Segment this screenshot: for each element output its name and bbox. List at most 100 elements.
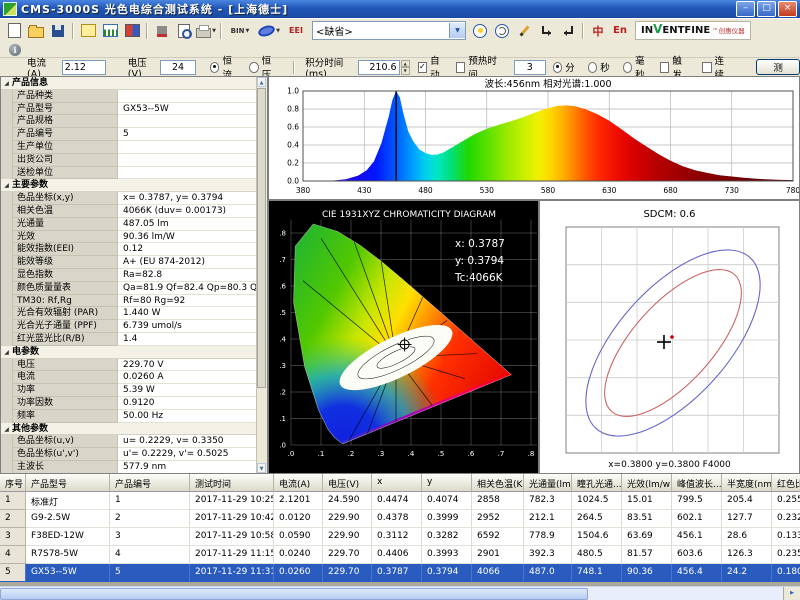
property-value[interactable]: 487.05 lm <box>118 218 257 231</box>
close-button[interactable]: × <box>778 1 797 17</box>
column-header[interactable]: 半宽度(nm) <box>722 474 772 492</box>
property-row[interactable]: 产品编号5 <box>1 128 257 141</box>
property-value[interactable]: 4066K (duv= 0.00173) <box>118 205 257 218</box>
property-value[interactable]: Ra=82.8 <box>118 269 257 282</box>
property-row[interactable]: 频率50.00 Hz <box>1 410 257 423</box>
property-value[interactable]: Rf=80 Rg=92 <box>118 295 257 308</box>
column-header[interactable]: 红色比 <box>772 474 800 492</box>
scroll-down-icon[interactable]: ▼ <box>257 463 266 473</box>
property-value[interactable]: 229.70 V <box>118 359 257 372</box>
property-value[interactable]: 5.39 W <box>118 384 257 397</box>
horizontal-scrollbar[interactable]: ▶ <box>0 586 800 600</box>
column-header[interactable]: y <box>422 474 472 492</box>
property-row[interactable]: 产品种类 <box>1 90 257 103</box>
property-value[interactable]: 50.00 Hz <box>118 410 257 423</box>
table-row[interactable]: 1标准灯12017-11-29 10:25:112.120124.5900.44… <box>0 492 800 510</box>
property-value[interactable]: 1.4 <box>118 333 257 346</box>
property-value[interactable] <box>118 141 257 154</box>
property-value[interactable]: 90.36 lm/W <box>118 231 257 244</box>
continuous-checkbox[interactable] <box>702 62 711 73</box>
panel-yellow-button[interactable] <box>77 21 99 41</box>
column-header[interactable]: 测试时间 <box>190 474 274 492</box>
preheat-time-input[interactable] <box>514 60 546 75</box>
property-row[interactable]: 出货公司 <box>1 154 257 167</box>
column-header[interactable]: 电压(V) <box>323 474 372 492</box>
preheat-checkbox[interactable] <box>456 62 465 73</box>
property-value[interactable]: Qa=81.9 Qf=82.4 Qp=80.3 Qg=90.1 <box>118 282 257 295</box>
lang-chinese-button[interactable]: 中 <box>587 21 609 41</box>
eei-button[interactable]: EEI <box>283 21 309 41</box>
restore-button[interactable]: □ <box>757 1 776 17</box>
print-button[interactable]: ▼ <box>195 21 217 41</box>
measure-cycle-button[interactable] <box>491 21 513 41</box>
property-row[interactable]: 功率5.39 W <box>1 384 257 397</box>
property-row[interactable]: 功率因数0.9120 <box>1 397 257 410</box>
property-value[interactable]: 0.9120 <box>118 397 257 410</box>
property-row[interactable]: 产品型号GX53--5W <box>1 103 257 116</box>
bin-export-button[interactable]: BIN▼ <box>225 21 255 41</box>
column-header[interactable]: 产品编号 <box>110 474 190 492</box>
property-row[interactable]: 生产单位 <box>1 141 257 154</box>
property-value[interactable]: 0.0260 A <box>118 371 257 384</box>
voltage-input[interactable] <box>160 60 196 75</box>
profile-combobox[interactable]: <缺省> ▼ <box>312 21 466 40</box>
seconds-radio[interactable] <box>588 62 597 73</box>
combo-dropdown-button[interactable]: ▼ <box>449 23 465 38</box>
section-header[interactable]: ◢电参数 <box>1 346 257 359</box>
property-value[interactable]: 6.739 umol/s <box>118 320 257 333</box>
column-header[interactable]: 光通量(lm) <box>524 474 572 492</box>
expander-icon[interactable]: ◢ <box>1 423 12 435</box>
scroll-up-icon[interactable]: ▲ <box>257 77 266 87</box>
property-value[interactable]: 1.440 W <box>118 307 257 320</box>
property-row[interactable]: 色品坐标(u',v')u'= 0.2229, v'= 0.5025 <box>1 448 257 461</box>
property-row[interactable]: 色品坐标(x,y)x= 0.3787, y= 0.3794 <box>1 192 257 205</box>
column-header[interactable]: x <box>372 474 422 492</box>
property-row[interactable]: 光效90.36 lm/W <box>1 231 257 244</box>
spin-up-icon[interactable]: ▲ <box>401 60 410 68</box>
table-row[interactable]: 4R7S78-5W42017-11-29 11:15:420.0240229.7… <box>0 546 800 564</box>
table-row[interactable]: 3F38ED-12W32017-11-29 10:58:560.0590229.… <box>0 528 800 546</box>
property-value[interactable] <box>118 167 257 180</box>
property-row[interactable]: 颜色质量量表Qa=81.9 Qf=82.4 Qp=80.3 Qg=90.1 <box>1 282 257 295</box>
section-header[interactable]: ◢主要参数 <box>1 179 257 192</box>
property-row[interactable]: 光通量487.05 lm <box>1 218 257 231</box>
column-header[interactable]: 产品型号 <box>26 474 110 492</box>
hscroll-thumb[interactable] <box>0 588 588 600</box>
property-row[interactable]: 色品坐标(u,v)u= 0.2229, v= 0.3350 <box>1 435 257 448</box>
column-header[interactable]: 相关色温(K) <box>472 474 524 492</box>
property-value[interactable]: 0.12 <box>118 243 257 256</box>
delete-button[interactable] <box>151 21 173 41</box>
print-preview-button[interactable] <box>173 21 195 41</box>
auto-checkbox[interactable]: ✓ <box>418 62 427 73</box>
table-row[interactable]: 5GX53--5W52017-11-29 11:31:530.0260229.7… <box>0 564 800 582</box>
edit-button[interactable] <box>513 21 535 41</box>
property-row[interactable]: 相关色温4066K (duv= 0.00173) <box>1 205 257 218</box>
property-row[interactable]: 主波长577.9 nm <box>1 461 257 473</box>
property-row[interactable]: 产品规格 <box>1 115 257 128</box>
property-row[interactable]: 光合光子通量 (PPF)6.739 umol/s <box>1 320 257 333</box>
new-file-button[interactable] <box>3 21 25 41</box>
column-header[interactable]: 峰值波长... <box>672 474 722 492</box>
spin-down-icon[interactable]: ▼ <box>401 67 410 75</box>
property-value[interactable] <box>118 90 257 103</box>
save-button[interactable] <box>47 21 69 41</box>
property-value[interactable]: A+ (EU 874-2012) <box>118 256 257 269</box>
info-button[interactable]: i <box>4 40 26 60</box>
column-header[interactable]: 电流(A) <box>274 474 323 492</box>
table-row[interactable]: 2G9-2.5W22017-11-29 10:42:420.0120229.90… <box>0 510 800 528</box>
property-value[interactable]: 5 <box>118 128 257 141</box>
panel-chart-button[interactable] <box>99 21 121 41</box>
section-header[interactable]: ◢产品信息 <box>1 77 257 90</box>
column-header[interactable]: 光效(lm/w) <box>622 474 672 492</box>
undo-button[interactable] <box>535 21 557 41</box>
property-row[interactable]: 光合有效辐射 (PAR)1.440 W <box>1 307 257 320</box>
property-row[interactable]: TM30: Rf,RgRf=80 Rg=92 <box>1 295 257 308</box>
property-value[interactable] <box>118 115 257 128</box>
open-file-button[interactable] <box>25 21 47 41</box>
trigger-checkbox[interactable] <box>660 62 669 73</box>
property-row[interactable]: 电流0.0260 A <box>1 371 257 384</box>
ellipse-tool-button[interactable]: ▼ <box>255 21 283 41</box>
property-row[interactable]: 送检单位 <box>1 167 257 180</box>
scroll-thumb[interactable] <box>257 88 266 388</box>
property-row[interactable]: 能效指数(EEI)0.12 <box>1 243 257 256</box>
